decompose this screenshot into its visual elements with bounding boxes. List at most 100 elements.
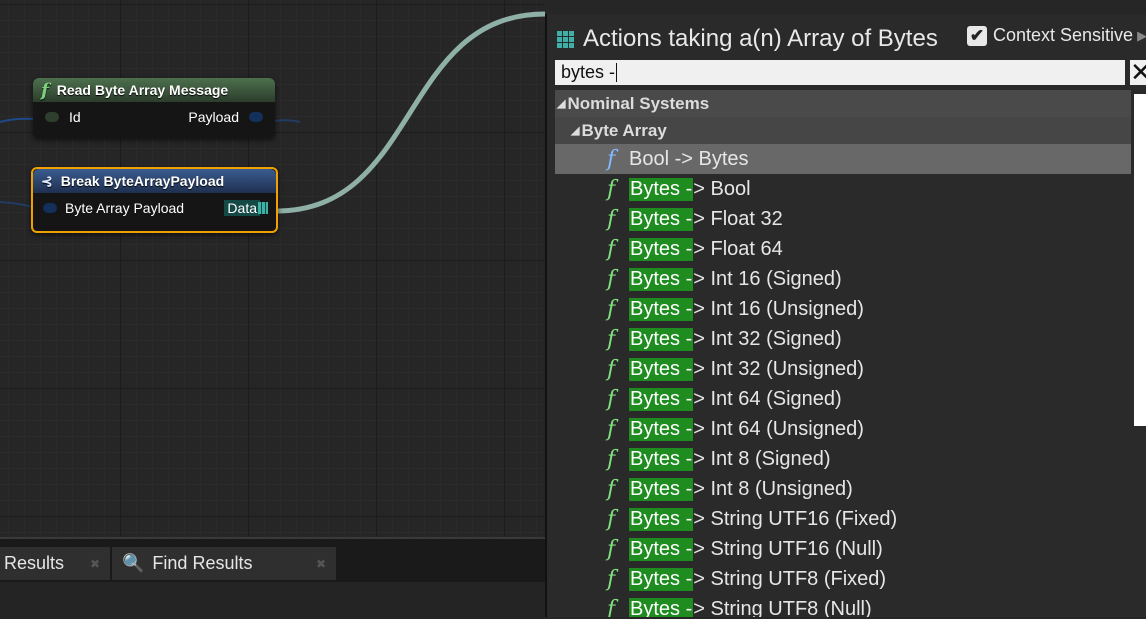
array-type-icon bbox=[557, 30, 574, 48]
tab-results[interactable]: Results ✖ bbox=[0, 547, 110, 580]
payload-pin[interactable] bbox=[249, 112, 263, 122]
clear-search-icon[interactable]: ✕ bbox=[1130, 60, 1146, 85]
function-icon: f bbox=[607, 386, 616, 412]
search-match-highlight: Bytes - bbox=[629, 357, 694, 381]
context-sensitive-label: Context Sensitive bbox=[993, 25, 1134, 45]
function-icon: f bbox=[607, 566, 616, 592]
pin-label-byte-array-payload: Byte Array Payload bbox=[65, 200, 185, 216]
pin-label-payload: Payload bbox=[188, 109, 239, 125]
pin-label-id: Id bbox=[69, 109, 81, 125]
magnifier-icon: 🔍 bbox=[122, 553, 145, 573]
action-item[interactable]: f Bytes - > Bool bbox=[555, 174, 1131, 204]
action-item[interactable]: f Bytes - > Float 32 bbox=[555, 204, 1131, 234]
action-items: f Bool -> Bytes f Bytes - > Bool f Bytes - > Fl… bbox=[555, 144, 1131, 617]
search-value: bytes - bbox=[561, 62, 616, 82]
node-title: Break ByteArrayPayload bbox=[60, 173, 225, 189]
id-pin[interactable] bbox=[45, 112, 59, 122]
action-item-label: > Int 32 (Signed) bbox=[693, 327, 842, 350]
category-label: Byte Array bbox=[581, 120, 667, 140]
close-icon[interactable]: ✖ bbox=[90, 557, 100, 571]
search-match-highlight: Bytes - bbox=[629, 477, 694, 501]
scrollbar[interactable] bbox=[1134, 94, 1146, 426]
action-item[interactable]: f Bool -> Bytes bbox=[555, 144, 1131, 174]
action-item[interactable]: f Bytes - > Float 64 bbox=[555, 234, 1131, 264]
search-match-highlight: Bytes - bbox=[629, 237, 694, 261]
action-item[interactable]: f Bytes - > String UTF16 (Fixed) bbox=[555, 504, 1131, 534]
search-match-highlight: Bytes - bbox=[629, 447, 694, 471]
search-match-highlight: Bytes - bbox=[629, 207, 694, 231]
action-item[interactable]: f Bytes - > Int 16 (Signed) bbox=[555, 264, 1131, 294]
menu-title: Actions taking a(n) Array of Bytes bbox=[557, 24, 938, 54]
action-item-label: > Int 8 (Unsigned) bbox=[693, 477, 853, 500]
action-item[interactable]: f Bytes - > Int 8 (Unsigned) bbox=[555, 474, 1131, 504]
checkbox-checked-icon[interactable]: ✔ bbox=[967, 25, 987, 46]
break-struct-icon: ⊰ bbox=[41, 172, 53, 189]
function-icon: f bbox=[607, 506, 616, 532]
category-label: Nominal Systems bbox=[567, 93, 710, 113]
action-item-label: > Int 16 (Signed) bbox=[693, 267, 842, 290]
action-item-label: > String UTF8 (Null) bbox=[693, 597, 872, 618]
function-icon: f bbox=[41, 79, 49, 101]
actions-context-menu: Actions taking a(n) Array of Bytes ✔ Con… bbox=[545, 14, 1146, 617]
action-list[interactable]: ◢ Nominal Systems ◢ Byte Array f Bool -> … bbox=[555, 90, 1131, 617]
action-item[interactable]: f Bytes - > Int 32 (Signed) bbox=[555, 324, 1131, 354]
context-sensitive-toggle[interactable]: ✔ Context Sensitive ▶ bbox=[967, 25, 1146, 46]
node-header[interactable]: ⊰ Break ByteArrayPayload bbox=[33, 169, 276, 193]
array-pin-icon[interactable] bbox=[258, 202, 268, 214]
search-match-highlight: Bytes - bbox=[629, 567, 694, 591]
collapse-triangle-icon[interactable]: ◢ bbox=[571, 124, 579, 137]
function-icon: f bbox=[607, 266, 616, 292]
function-icon: f bbox=[607, 416, 616, 442]
function-icon: f bbox=[607, 596, 616, 618]
node-title: Read Byte Array Message bbox=[56, 82, 229, 98]
action-item[interactable]: f Bytes - > String UTF16 (Null) bbox=[555, 534, 1131, 564]
category-nominal-systems[interactable]: ◢ Nominal Systems bbox=[555, 90, 1131, 117]
function-icon: f bbox=[607, 356, 616, 382]
search-match-highlight: Bytes - bbox=[629, 597, 694, 617]
close-icon[interactable]: ✖ bbox=[316, 557, 326, 571]
results-content bbox=[0, 582, 545, 619]
function-icon: f bbox=[607, 176, 616, 202]
search-match-highlight: Bytes - bbox=[629, 507, 694, 531]
action-item-label: > Int 64 (Unsigned) bbox=[693, 417, 864, 440]
function-icon: f bbox=[607, 206, 616, 232]
node-header[interactable]: f Read Byte Array Message bbox=[33, 78, 275, 102]
search-match-highlight: Bytes - bbox=[629, 297, 694, 321]
menu-title-text: Actions taking a(n) Array of Bytes bbox=[583, 25, 938, 52]
action-item[interactable]: f Bytes - > Int 16 (Unsigned) bbox=[555, 294, 1131, 324]
action-item-label: > Int 16 (Unsigned) bbox=[693, 297, 864, 320]
collapse-triangle-icon[interactable]: ◢ bbox=[557, 97, 565, 110]
blueprint-graph-canvas[interactable]: f Read Byte Array Message Id Payload ⊰ B… bbox=[0, 0, 545, 537]
action-item[interactable]: f Bytes - > Int 64 (Signed) bbox=[555, 384, 1131, 414]
search-match-highlight: Bytes - bbox=[629, 267, 694, 291]
expand-arrow-icon[interactable]: ▶ bbox=[1137, 28, 1146, 44]
break-bytearraypayload-node[interactable]: ⊰ Break ByteArrayPayload Byte Array Payl… bbox=[31, 167, 278, 233]
function-icon: f bbox=[607, 236, 616, 262]
function-icon: f bbox=[607, 476, 616, 502]
pin-label-data: Data bbox=[224, 200, 260, 216]
action-item[interactable]: f Bytes - > Int 8 (Signed) bbox=[555, 444, 1131, 474]
function-icon: f bbox=[607, 146, 616, 172]
search-input[interactable]: bytes - bbox=[555, 60, 1125, 85]
action-item-label: > String UTF16 (Fixed) bbox=[693, 507, 898, 530]
search-match-highlight: Bytes - bbox=[629, 537, 694, 561]
action-item[interactable]: f Bytes - > Int 64 (Unsigned) bbox=[555, 414, 1131, 444]
action-item[interactable]: f Bytes - > Int 32 (Unsigned) bbox=[555, 354, 1131, 384]
search-match-highlight: Bytes - bbox=[629, 327, 694, 351]
action-item-label: Bool -> Bytes bbox=[629, 147, 749, 170]
action-item[interactable]: f Bytes - > String UTF8 (Null) bbox=[555, 594, 1131, 617]
category-byte-array[interactable]: ◢ Byte Array bbox=[555, 117, 1131, 144]
tab-label: Find Results bbox=[152, 553, 253, 573]
action-item-label: > Float 32 bbox=[693, 207, 783, 230]
search-match-highlight: Bytes - bbox=[629, 387, 694, 411]
action-item[interactable]: f Bytes - > String UTF8 (Fixed) bbox=[555, 564, 1131, 594]
tab-label: Results bbox=[4, 553, 65, 573]
tab-find-results[interactable]: 🔍 Find Results ✖ bbox=[112, 547, 336, 580]
function-icon: f bbox=[607, 326, 616, 352]
bottom-panel: Results ✖ 🔍 Find Results ✖ bbox=[0, 537, 545, 619]
byte-array-payload-pin[interactable] bbox=[43, 203, 57, 213]
read-byte-array-message-node[interactable]: f Read Byte Array Message Id Payload bbox=[33, 78, 275, 138]
function-icon: f bbox=[607, 446, 616, 472]
action-item-label: > String UTF16 (Null) bbox=[693, 537, 883, 560]
action-item-label: > Int 64 (Signed) bbox=[693, 387, 842, 410]
